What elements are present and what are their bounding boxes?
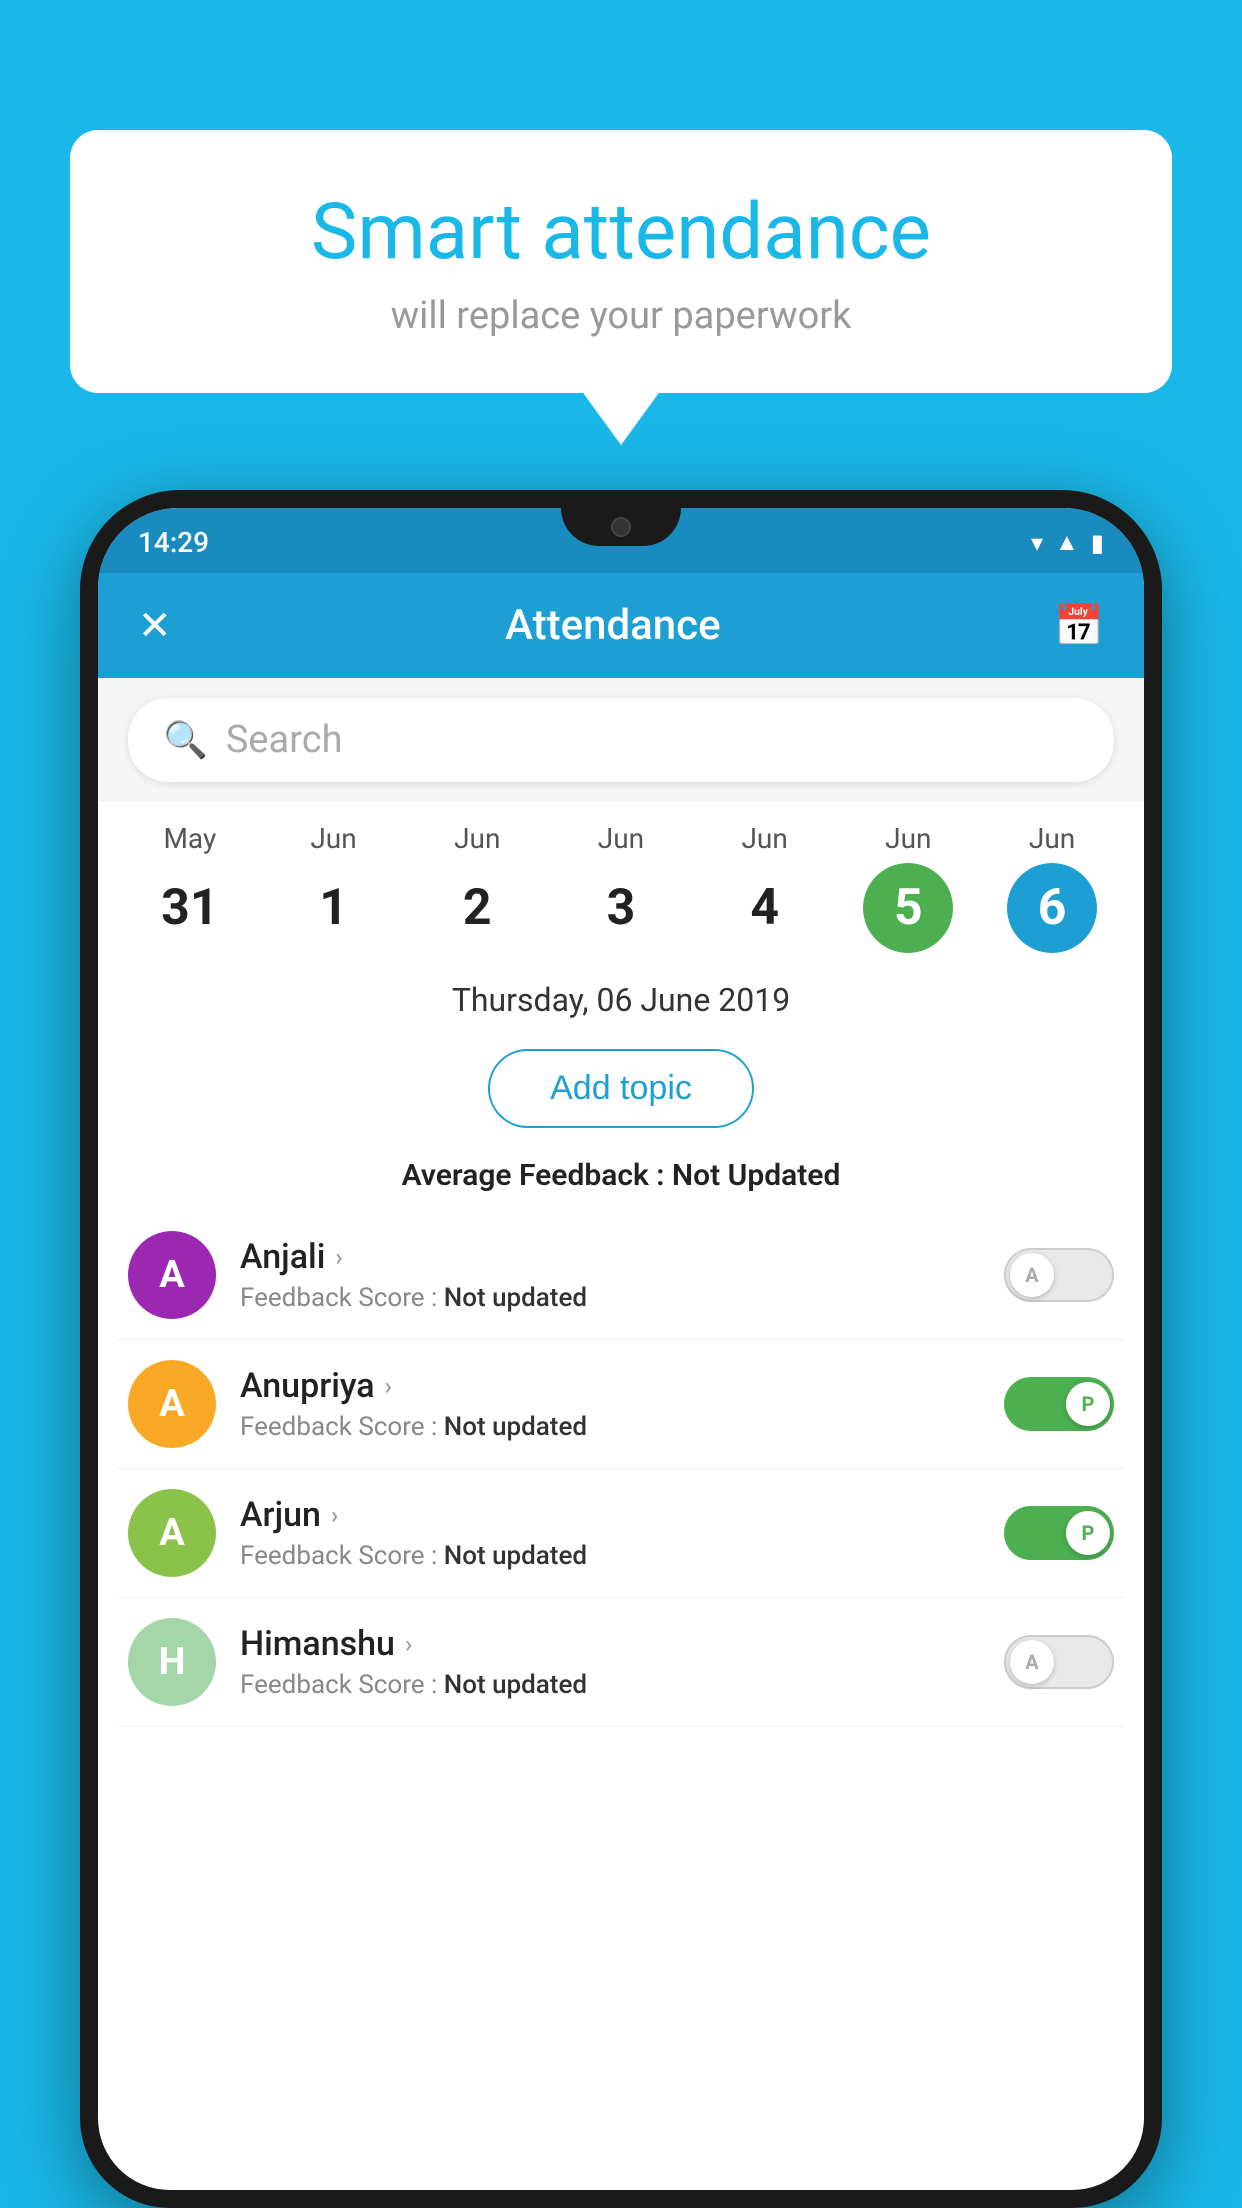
search-icon: 🔍 [163,719,208,761]
avg-feedback-value: Not Updated [672,1158,840,1193]
chevron-icon: › [335,1243,342,1271]
speech-bubble: Smart attendance will replace your paper… [70,130,1172,393]
status-icons: ▾ ▲ ▮ [1031,528,1104,557]
toggle-knob-2: P [1066,1511,1110,1555]
day-month-5: Jun [885,822,931,855]
day-num-3: 3 [576,863,666,953]
attendance-toggle-3[interactable]: A [1004,1635,1114,1689]
app-bar-title: Attendance [172,601,1055,650]
phone-frame: 14:29 ▾ ▲ ▮ ✕ Attendance 📅 🔍 Search May 3… [80,490,1162,2208]
student-info-1: Anupriya › Feedback Score : Not updated [240,1366,980,1442]
chevron-icon: › [331,1501,338,1529]
chevron-icon: › [385,1372,392,1400]
avg-feedback-label: Average Feedback : [402,1158,672,1193]
student-info-3: Himanshu › Feedback Score : Not updated [240,1624,980,1700]
day-month-4: Jun [741,822,787,855]
student-item-2[interactable]: A Arjun › Feedback Score : Not updated P [118,1469,1124,1598]
status-time: 14:29 [138,526,209,559]
day-month-2: Jun [454,822,500,855]
toggle-knob-3: A [1010,1640,1054,1684]
feedback-score-0: Feedback Score : Not updated [240,1283,980,1313]
wifi-icon: ▾ [1031,529,1043,557]
student-list: AAnjali ›Feedback Score : Not updatedAAA… [98,1211,1144,1727]
calendar-day-4[interactable]: Jun 4 [710,822,820,953]
speech-bubble-container: Smart attendance will replace your paper… [70,130,1172,393]
calendar-day-2[interactable]: Jun 2 [422,822,532,953]
signal-icon: ▲ [1055,528,1079,557]
day-month-3: Jun [598,822,644,855]
toggle-knob-1: P [1066,1382,1110,1426]
student-item-1[interactable]: A Anupriya › Feedback Score : Not updated P [118,1340,1124,1469]
calendar-day-3[interactable]: Jun 3 [566,822,676,953]
toggle-knob-0: A [1010,1253,1054,1297]
avatar-1: A [128,1360,216,1448]
attendance-toggle-2[interactable]: P [1004,1506,1114,1560]
day-month-6: Jun [1029,822,1075,855]
day-num-1: 1 [289,863,379,953]
calendar-day-5[interactable]: Jun 5 [853,822,963,953]
avatar-3: H [128,1618,216,1706]
calendar-day-6[interactable]: Jun 6 [997,822,1107,953]
day-num-4: 4 [720,863,810,953]
day-num-2: 2 [432,863,522,953]
feedback-score-1: Feedback Score : Not updated [240,1412,980,1442]
calendar-day-1[interactable]: Jun 1 [279,822,389,953]
add-topic-button[interactable]: Add topic [488,1049,754,1128]
day-num-5: 5 [863,863,953,953]
selected-date: Thursday, 06 June 2019 [98,963,1144,1027]
feedback-score-2: Feedback Score : Not updated [240,1541,980,1571]
calendar-day-0[interactable]: May 31 [135,822,245,953]
attendance-toggle-1[interactable]: P [1004,1377,1114,1431]
phone-notch [561,508,681,546]
avatar-2: A [128,1489,216,1577]
bubble-title: Smart attendance [140,190,1102,276]
battery-icon: ▮ [1091,529,1104,557]
calendar-row: May 31 Jun 1 Jun 2 Jun 3 Jun 4 Jun 5 Jun 6 [98,802,1144,963]
search-bar[interactable]: 🔍 Search [128,698,1114,782]
calendar-button[interactable]: 📅 [1054,602,1104,649]
day-num-0: 31 [145,863,235,953]
close-button[interactable]: ✕ [138,602,172,649]
student-name-0: Anjali › [240,1237,980,1277]
day-month-1: Jun [310,822,356,855]
avatar-0: A [128,1231,216,1319]
student-info-0: Anjali › Feedback Score : Not updated [240,1237,980,1313]
student-name-1: Anupriya › [240,1366,980,1406]
front-camera [611,517,631,537]
app-bar: ✕ Attendance 📅 [98,573,1144,678]
avg-feedback: Average Feedback : Not Updated [98,1150,1144,1211]
student-name-3: Himanshu › [240,1624,980,1664]
search-container: 🔍 Search [98,678,1144,802]
chevron-icon: › [405,1630,412,1658]
student-item-3[interactable]: H Himanshu › Feedback Score : Not updated A [118,1598,1124,1727]
phone-screen: 14:29 ▾ ▲ ▮ ✕ Attendance 📅 🔍 Search May 3… [98,508,1144,2190]
student-item-0[interactable]: A Anjali › Feedback Score : Not updated A [118,1211,1124,1340]
attendance-toggle-0[interactable]: A [1004,1248,1114,1302]
student-info-2: Arjun › Feedback Score : Not updated [240,1495,980,1571]
feedback-score-3: Feedback Score : Not updated [240,1670,980,1700]
day-num-6: 6 [1007,863,1097,953]
search-placeholder: Search [226,718,343,762]
day-month-0: May [163,822,216,855]
bubble-subtitle: will replace your paperwork [140,294,1102,338]
student-name-2: Arjun › [240,1495,980,1535]
